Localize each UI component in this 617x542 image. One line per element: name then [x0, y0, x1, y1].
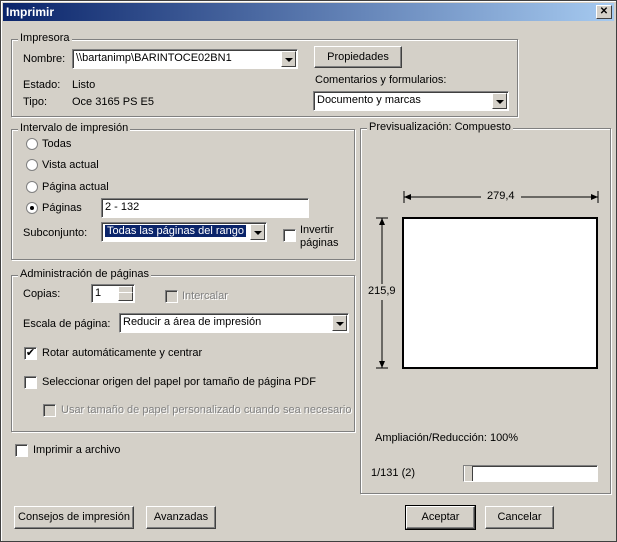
- print-to-file-label: Imprimir a archivo: [33, 444, 121, 456]
- close-icon[interactable]: ✕: [596, 5, 612, 19]
- chevron-down-icon[interactable]: [250, 224, 265, 240]
- scale-value: Reducir a área de impresión: [123, 316, 262, 328]
- radio-current-page-label[interactable]: Página actual: [42, 181, 109, 193]
- printer-group-label: Impresora: [18, 32, 72, 44]
- subset-select[interactable]: Todas las páginas del rango: [101, 222, 267, 242]
- auto-rotate-label: Rotar automáticamente y centrar: [42, 347, 203, 359]
- preview-height: 215,9: [368, 285, 396, 297]
- stepper-down-icon[interactable]: [118, 292, 133, 301]
- reverse-label-1: Invertir: [300, 224, 334, 236]
- collate-label: Intercalar: [182, 290, 228, 302]
- comments-select[interactable]: Documento y marcas: [313, 91, 509, 111]
- subset-label: Subconjunto:: [23, 227, 88, 239]
- chevron-down-icon[interactable]: [332, 315, 347, 331]
- chevron-down-icon[interactable]: [492, 93, 507, 109]
- type-value: Oce 3165 PS E5: [72, 96, 154, 108]
- chevron-down-icon[interactable]: [281, 51, 296, 67]
- radio-all[interactable]: [26, 138, 38, 150]
- page-slider-thumb[interactable]: [464, 466, 473, 481]
- printer-name-label: Nombre:: [23, 53, 66, 65]
- range-group-label: Intervalo de impresión: [18, 122, 131, 134]
- printer-name-value: \\bartanimp\BARINTOCE02BN1: [76, 52, 232, 64]
- cancel-button[interactable]: Cancelar: [485, 506, 554, 529]
- zoom-label: Ampliación/Reducción: 100%: [375, 432, 519, 444]
- copies-value: 1: [95, 287, 102, 299]
- radio-current-view-label[interactable]: Vista actual: [42, 159, 99, 171]
- ok-button[interactable]: Aceptar: [405, 505, 476, 530]
- scale-label: Escala de página:: [23, 318, 111, 330]
- page-indicator: 1/131 (2): [371, 467, 416, 479]
- auto-rotate-checkbox[interactable]: ✔: [24, 347, 37, 360]
- preview-canvas: [371, 189, 599, 369]
- collate-checkbox[interactable]: [165, 290, 178, 303]
- status-label: Estado:: [23, 79, 61, 91]
- preview-width: 279,4: [487, 190, 515, 202]
- type-label: Tipo:: [23, 96, 48, 108]
- window-title: Imprimir: [6, 5, 55, 19]
- printer-name-select[interactable]: \\bartanimp\BARINTOCE02BN1: [72, 49, 298, 69]
- title-bar: Imprimir ✕: [3, 3, 614, 21]
- radio-current-view[interactable]: [26, 159, 38, 171]
- radio-current-page[interactable]: [26, 181, 38, 193]
- radio-pages-label[interactable]: Páginas: [42, 202, 82, 214]
- custom-paper-label: Usar tamaño de papel personalizado cuand…: [61, 404, 352, 416]
- print-to-file-checkbox[interactable]: [15, 444, 28, 457]
- reverse-label-2: páginas: [300, 237, 339, 249]
- preview-group-label: Previsualización: Compuesto: [367, 121, 513, 133]
- comments-value: Documento y marcas: [317, 94, 421, 106]
- radio-pages[interactable]: [26, 202, 38, 214]
- handling-group-label: Administración de páginas: [18, 268, 152, 280]
- radio-all-label[interactable]: Todas: [42, 138, 71, 150]
- paper-source-label: Seleccionar origen del papel por tamaño …: [42, 376, 316, 388]
- advanced-button[interactable]: Avanzadas: [146, 506, 216, 529]
- subset-value: Todas las páginas del rango: [105, 225, 246, 237]
- paper-source-checkbox[interactable]: [24, 376, 37, 389]
- properties-button[interactable]: Propiedades: [314, 46, 402, 68]
- print-tips-button[interactable]: Consejos de impresión: [14, 506, 134, 529]
- copies-stepper[interactable]: 1: [91, 284, 135, 303]
- page-preview: [402, 217, 598, 369]
- scale-select[interactable]: Reducir a área de impresión: [119, 313, 349, 333]
- custom-paper-checkbox[interactable]: [43, 404, 56, 417]
- status-value: Listo: [72, 79, 96, 91]
- comments-label: Comentarios y formularios:: [315, 74, 447, 86]
- copies-label: Copias:: [23, 288, 61, 300]
- reverse-pages-checkbox[interactable]: [283, 229, 296, 242]
- page-slider-track[interactable]: [463, 465, 598, 482]
- print-dialog: Imprimir ✕ Impresora Nombre: \\bartanimp…: [0, 0, 617, 542]
- pages-input[interactable]: 2 - 132: [101, 198, 309, 218]
